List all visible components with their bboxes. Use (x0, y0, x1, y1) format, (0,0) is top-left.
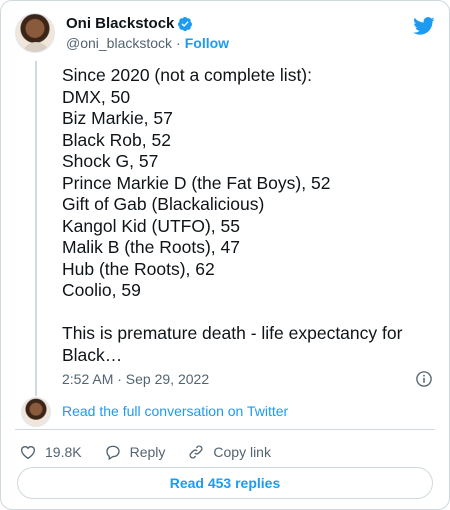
conversation-row: Read the full conversation on Twitter (21, 397, 288, 427)
reply-button[interactable]: Reply (104, 443, 166, 461)
like-count: 19.8K (45, 444, 82, 460)
tweet-text: Since 2020 (not a complete list): DMX, 5… (62, 65, 403, 365)
reply-label: Reply (129, 444, 166, 460)
tweet-header: Oni Blackstock @oni_blackstock · Follow (15, 11, 435, 59)
tweet-actions: 19.8K Reply Copy link (19, 441, 293, 463)
tweet-embed-card: Oni Blackstock @oni_blackstock · Follow … (0, 0, 450, 510)
thread-connector-line (35, 61, 37, 396)
follow-link[interactable]: Follow (185, 35, 229, 51)
divider (15, 429, 435, 430)
author-avatar-small (21, 397, 51, 427)
verified-badge-icon (178, 16, 193, 31)
tweet-timestamp[interactable]: 2:52 AM · Sep 29, 2022 (62, 371, 209, 387)
author-avatar[interactable] (15, 13, 55, 53)
reply-icon (105, 445, 120, 461)
read-conversation-link[interactable]: Read the full conversation on Twitter (62, 403, 288, 419)
copy-link-label: Copy link (213, 444, 271, 460)
author-name-line: Oni Blackstock (66, 15, 193, 32)
info-icon[interactable] (415, 370, 433, 388)
author-name[interactable]: Oni Blackstock (66, 15, 174, 32)
author-handle[interactable]: @oni_blackstock (66, 35, 172, 51)
link-icon (189, 445, 203, 459)
like-button[interactable]: 19.8K (19, 443, 82, 461)
read-replies-button[interactable]: Read 453 replies (17, 467, 433, 499)
heart-icon (20, 446, 36, 460)
author-handle-line: @oni_blackstock · Follow (66, 35, 229, 51)
handle-separator: · (176, 35, 181, 51)
twitter-bird-icon[interactable] (413, 15, 435, 37)
copy-link-button[interactable]: Copy link (187, 443, 271, 461)
